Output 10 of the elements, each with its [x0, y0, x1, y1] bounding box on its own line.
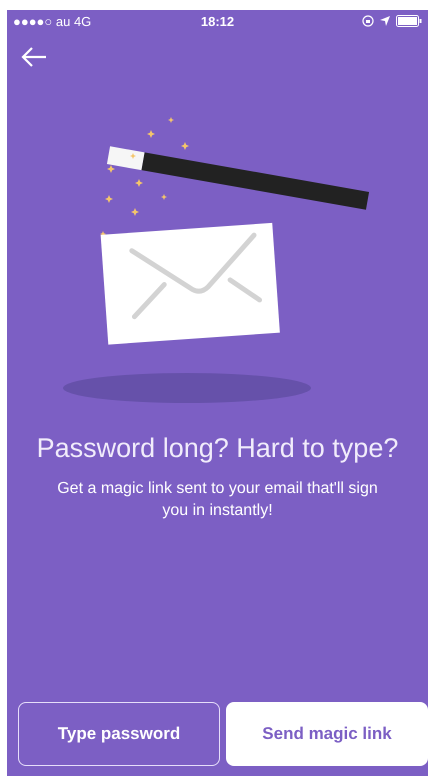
type-password-button[interactable]: Type password: [18, 702, 220, 766]
carrier-signal: ●●●●○ au 4G: [13, 14, 92, 28]
back-arrow-icon[interactable]: [21, 47, 47, 67]
rotation-lock-icon: [362, 15, 374, 27]
description: Get a magic link sent to your email that'll sign you in instantly!: [56, 479, 379, 521]
battery-icon: [396, 15, 422, 27]
status-time: 18:12: [200, 14, 234, 28]
heading: Password long? Hard to type?: [36, 433, 400, 464]
location-arrow-icon: [380, 16, 390, 26]
send-link-button[interactable]: Send magic link: [226, 702, 428, 766]
